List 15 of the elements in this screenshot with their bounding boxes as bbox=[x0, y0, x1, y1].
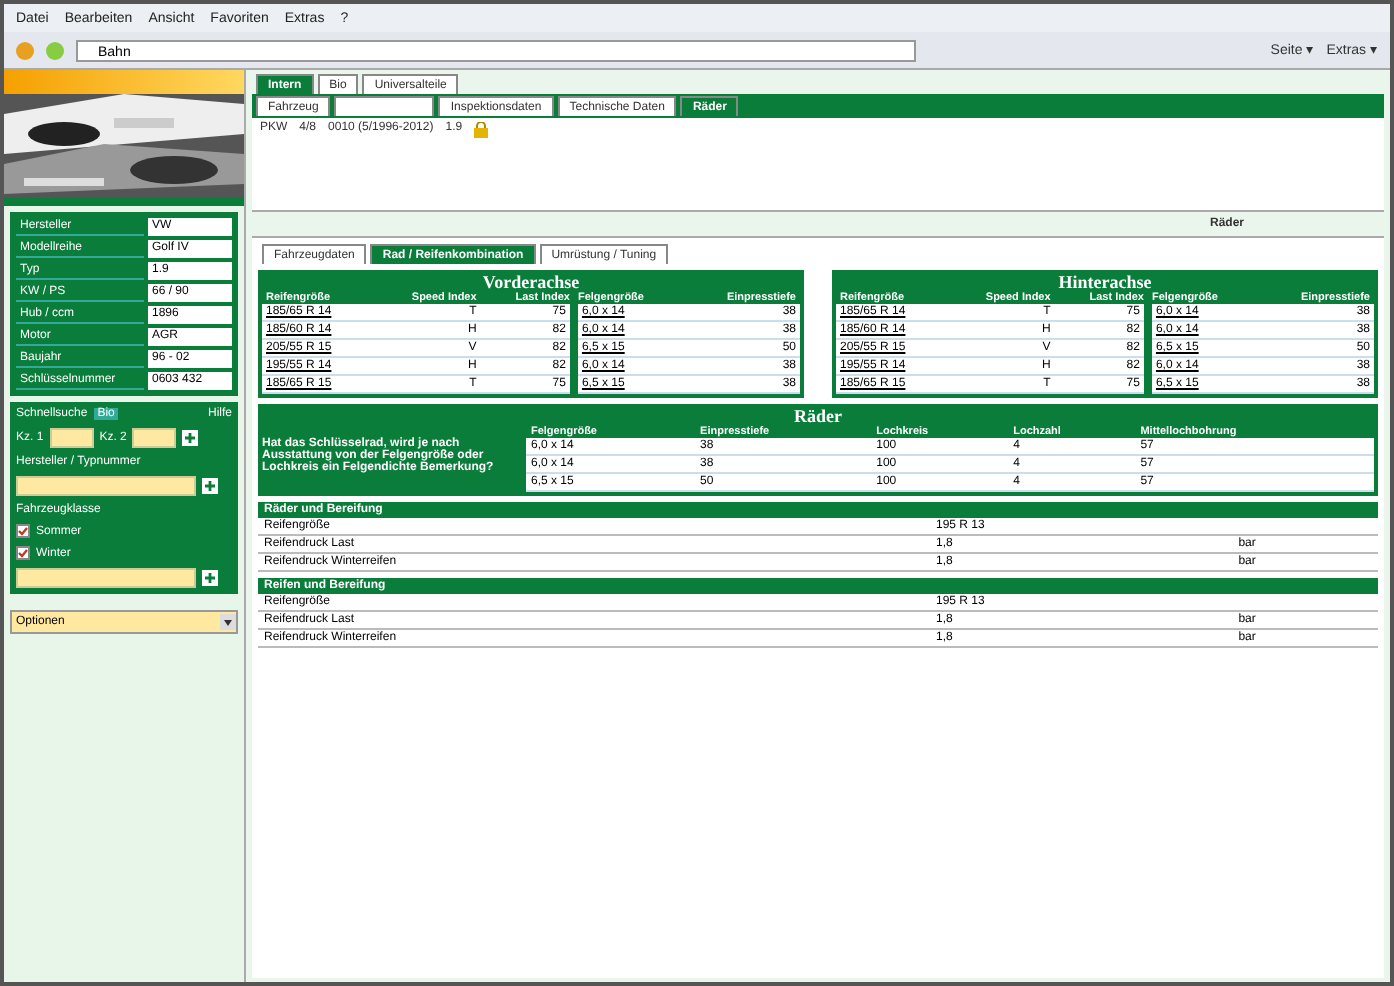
table-title: Vorderachse bbox=[480, 272, 582, 292]
input-field[interactable] bbox=[16, 476, 196, 496]
checkbox[interactable] bbox=[16, 546, 30, 560]
input-field[interactable] bbox=[132, 428, 177, 448]
input-field[interactable] bbox=[16, 568, 196, 588]
tab[interactable] bbox=[334, 96, 435, 116]
table-title: Hinterachse bbox=[1056, 272, 1154, 292]
caret-icon bbox=[220, 614, 236, 630]
add-icon[interactable] bbox=[182, 430, 199, 446]
input-field[interactable] bbox=[49, 428, 94, 448]
checkbox[interactable] bbox=[16, 524, 30, 538]
add-icon[interactable] bbox=[202, 570, 218, 586]
table-title: Räder bbox=[792, 406, 844, 426]
add-icon[interactable] bbox=[202, 478, 218, 494]
lock-icon bbox=[474, 122, 489, 138]
